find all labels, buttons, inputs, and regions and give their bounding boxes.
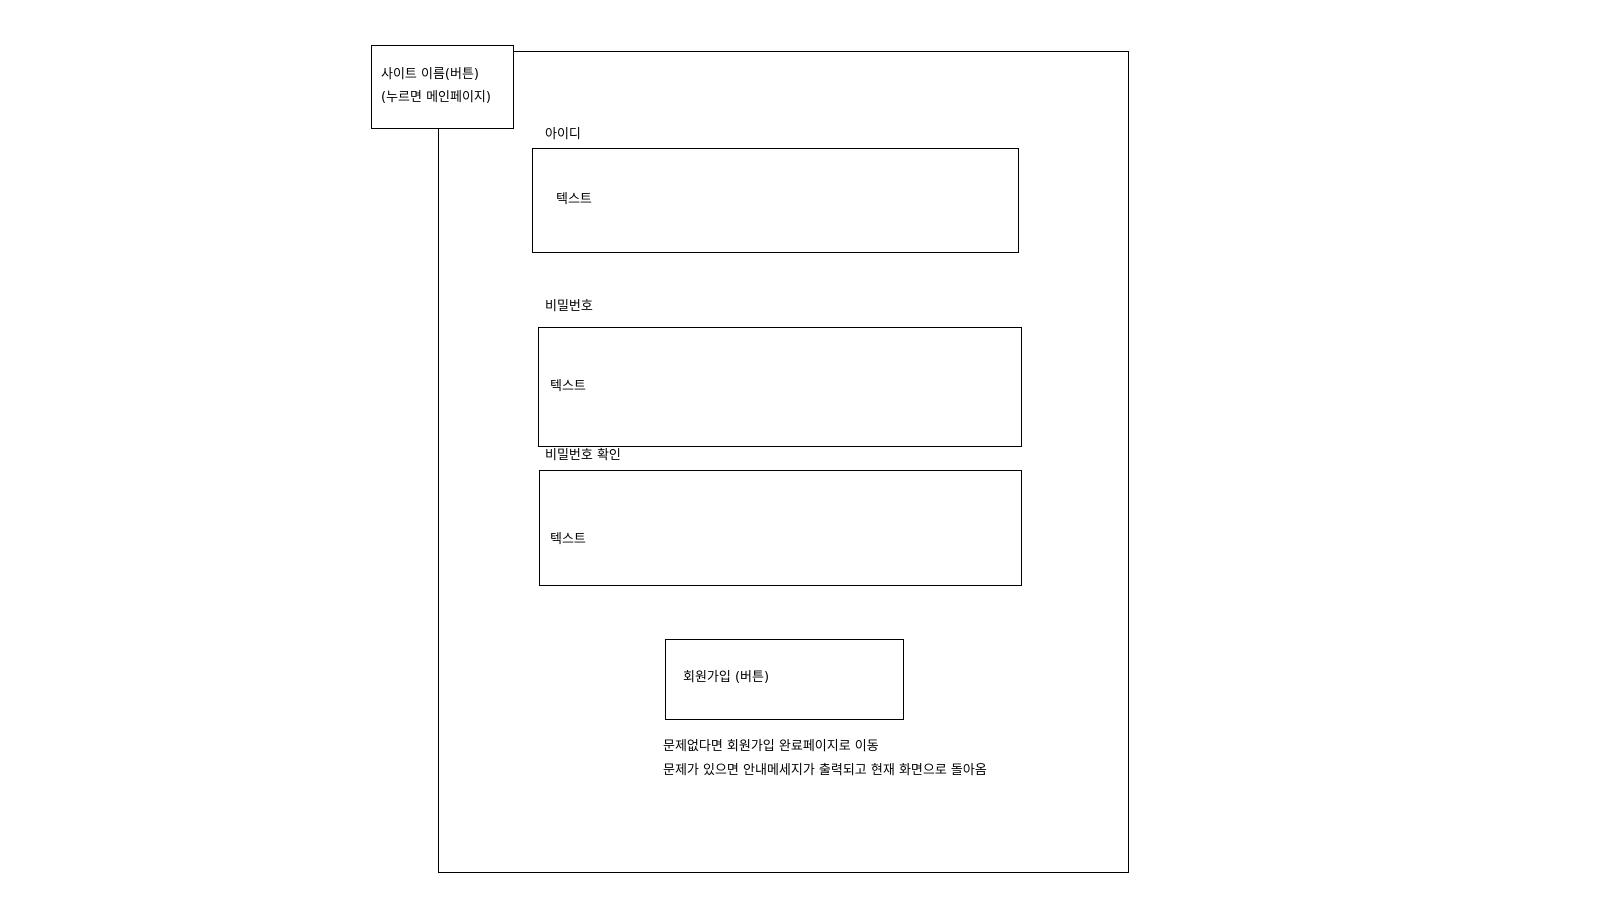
- id-label: 아이디: [545, 127, 581, 142]
- site-name-button-note: (누르면 메인페이지): [381, 90, 491, 105]
- signup-button[interactable]: 회원가입 (버튼): [665, 639, 904, 720]
- password-confirm-label: 비밀번호 확인: [545, 448, 621, 463]
- password-confirm-input-placeholder: 텍스트: [550, 532, 586, 547]
- id-input[interactable]: 텍스트: [532, 148, 1019, 253]
- id-input-placeholder: 텍스트: [556, 192, 592, 207]
- password-input-placeholder: 텍스트: [550, 379, 586, 394]
- failure-note: 문제가 있으면 안내메세지가 출력되고 현재 화면으로 돌아옴: [663, 763, 987, 778]
- signup-button-label: 회원가입 (버튼): [683, 670, 770, 685]
- site-name-button-label: 사이트 이름(버튼): [381, 67, 479, 82]
- success-note: 문제없다면 회원가입 완료페이지로 이동: [663, 739, 879, 754]
- password-confirm-input[interactable]: 텍스트: [539, 470, 1022, 586]
- password-label: 비밀번호: [545, 299, 593, 314]
- site-name-button[interactable]: 사이트 이름(버튼) (누르면 메인페이지): [371, 45, 514, 129]
- password-input[interactable]: 텍스트: [538, 327, 1022, 447]
